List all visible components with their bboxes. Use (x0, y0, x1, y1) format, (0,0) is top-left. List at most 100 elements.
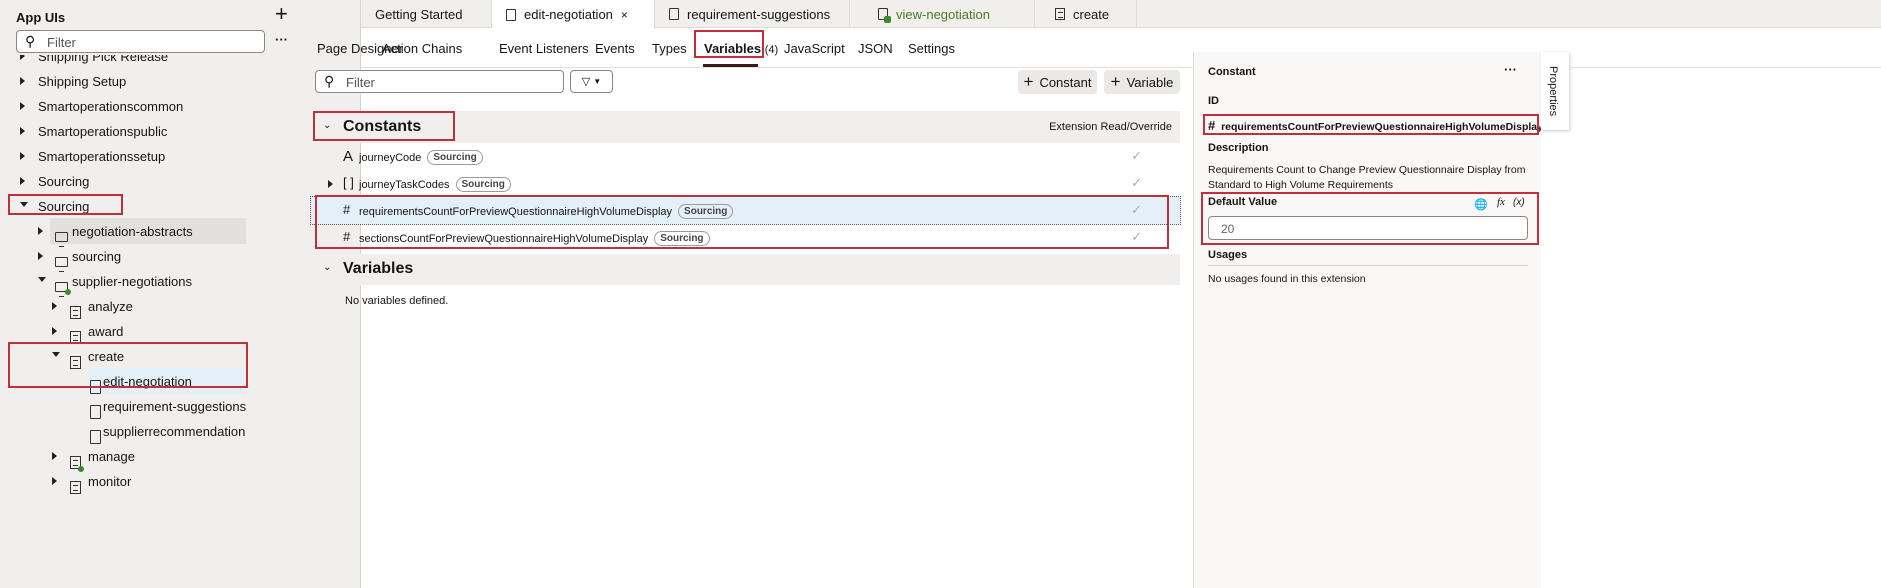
highlight-default-value (1201, 192, 1539, 245)
tab-getting-started[interactable]: Getting Started (361, 0, 492, 28)
variables-header[interactable]: ⌄ Variables (311, 254, 1180, 285)
chevron-down-icon: ⌄ (323, 262, 332, 273)
flow-icon (70, 455, 84, 472)
subtab-events[interactable]: Events (595, 41, 635, 56)
tree-item-label: Smartoperationspublic (38, 124, 168, 139)
caret-right-icon[interactable] (20, 102, 25, 110)
highlight-number-constants (315, 195, 1169, 249)
close-icon[interactable]: × (621, 8, 628, 22)
variables-title: Variables (343, 260, 414, 277)
caret-right-icon[interactable] (328, 180, 333, 188)
tree-item-label: requirement-suggestions (103, 399, 247, 414)
caret-right-icon[interactable] (20, 152, 25, 160)
properties-rail-label: Properties (1547, 66, 1559, 117)
search-icon: ⚲ (324, 73, 335, 89)
add-constant-button[interactable]: + Constant (1018, 70, 1097, 94)
highlight-variables-tab (694, 30, 764, 58)
sourcing-badge: Sourcing (455, 177, 511, 192)
monitor-icon (55, 257, 68, 272)
app-uis-panel: App UIs + ⚲ Filter ··· Shipping Pick Rel… (0, 0, 361, 588)
page-icon (506, 8, 516, 21)
tree-item[interactable]: monitor (0, 468, 350, 494)
tree-item[interactable]: supplierrecommendation (0, 418, 350, 444)
tree-item[interactable]: supplier-negotiations (0, 268, 350, 297)
chevron-down-icon: ▼ (593, 77, 602, 86)
caret-down-icon[interactable] (38, 277, 46, 282)
sidebar-filter-input[interactable]: ⚲ Filter (16, 30, 265, 53)
subtab-types[interactable]: Types (652, 41, 687, 56)
tab-create[interactable]: create (1035, 0, 1137, 28)
constant-name: journeyCode (359, 151, 422, 164)
tree-item-label: Shipping Setup (38, 74, 127, 89)
caret-right-icon[interactable] (20, 177, 25, 185)
caret-right-icon[interactable] (52, 452, 57, 460)
add-variable-button[interactable]: + Variable (1104, 70, 1180, 94)
tab-edit-negotiation[interactable]: edit-negotiation × (492, 0, 655, 29)
tree-item-label: monitor (88, 474, 132, 489)
more-icon[interactable]: ··· (275, 32, 288, 47)
page-icon (90, 430, 101, 444)
caret-right-icon[interactable] (38, 227, 43, 235)
caret-right-icon[interactable] (20, 77, 25, 85)
tree-item[interactable]: Shipping Pick Release (0, 55, 350, 69)
sourcing-badge: Sourcing (427, 150, 483, 165)
subtab-json[interactable]: JSON (858, 41, 893, 56)
tree-item[interactable]: award (0, 318, 350, 344)
caret-right-icon[interactable] (52, 327, 57, 335)
tree-item-label: Smartoperationssetup (38, 149, 166, 164)
caret-right-icon[interactable] (20, 55, 25, 60)
funnel-icon: ▽ (581, 76, 591, 88)
properties-rail-tab[interactable]: Properties (1541, 52, 1569, 130)
editor-tabs: Getting Started edit-negotiation × requir… (361, 0, 1881, 29)
monitor-icon (55, 232, 68, 247)
tree-item[interactable]: manage (0, 443, 350, 472)
constant-row[interactable]: AjourneyCode Sourcing ✓ (311, 143, 1180, 170)
plus-icon: + (1110, 72, 1121, 91)
caret-right-icon[interactable] (38, 252, 43, 260)
highlight-sourcing (8, 194, 123, 215)
tree-item[interactable]: Smartoperationssetup (0, 143, 350, 169)
more-icon[interactable]: ··· (1504, 62, 1517, 77)
tree-item-label: manage (88, 449, 135, 464)
tree-item[interactable]: Shipping Setup (0, 68, 350, 94)
flow-icon (70, 305, 81, 319)
usages-label: Usages (1208, 249, 1248, 261)
array-icon: [ ] (343, 175, 354, 190)
subtab-action-chains[interactable]: Action Chains (382, 41, 462, 56)
properties-title: Constant (1208, 66, 1256, 78)
tree-item[interactable]: Smartoperationscommon (0, 93, 350, 119)
subtab-event-listeners[interactable]: Event Listeners (499, 41, 589, 56)
flow-icon (70, 480, 81, 494)
constant-row[interactable]: [ ] journeyTaskCodes Sourcing ✓ (311, 170, 1180, 197)
id-label: ID (1208, 95, 1219, 107)
flow-icon (1055, 8, 1065, 20)
subtab-javascript[interactable]: JavaScript (784, 41, 845, 56)
tree-item-label: supplier-negotiations (72, 274, 192, 289)
variables-filter-input[interactable]: ⚲ Filter (315, 70, 564, 93)
search-icon: ⚲ (25, 33, 36, 49)
constant-name: journeyTaskCodes (359, 178, 450, 191)
tab-view-negotiation[interactable]: view-negotiation (850, 0, 1035, 28)
tree-item[interactable]: negotiation-abstracts (0, 218, 350, 247)
subtab-settings[interactable]: Settings (908, 41, 955, 56)
tree-item-label: negotiation-abstracts (72, 224, 193, 239)
filter-type-dropdown[interactable]: ▽ ▼ (570, 70, 613, 93)
page-icon (669, 8, 679, 20)
highlight-id (1203, 114, 1539, 135)
tab-requirement-suggestions[interactable]: requirement-suggestions (655, 0, 850, 28)
tree-item[interactable]: analyze (0, 293, 350, 319)
highlight-create (8, 342, 248, 388)
caret-right-icon[interactable] (52, 477, 57, 485)
tree-item[interactable]: Smartoperationspublic (0, 118, 350, 144)
filter-placeholder: Filter (47, 35, 76, 50)
tree-item[interactable]: Sourcing (0, 168, 350, 194)
caret-right-icon[interactable] (20, 127, 25, 135)
add-icon[interactable]: + (275, 1, 288, 27)
check-icon: ✓ (1131, 175, 1142, 190)
tree-item[interactable]: sourcing (0, 243, 350, 272)
tree-item-label: Shipping Pick Release (38, 55, 169, 64)
tree-item[interactable]: requirement-suggestions (0, 393, 350, 419)
description-text: Requirements Count to Change Preview Que… (1208, 164, 1526, 191)
caret-right-icon[interactable] (52, 302, 57, 310)
tree-item-label: Smartoperationscommon (38, 99, 184, 114)
